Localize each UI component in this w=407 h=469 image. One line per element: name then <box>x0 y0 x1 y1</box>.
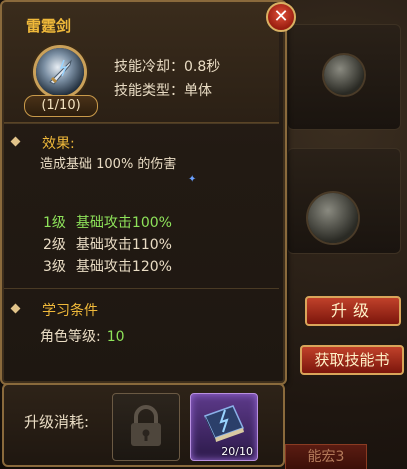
level-number: 3级 <box>43 259 66 275</box>
skill-cooldown: 技能冷却：0.8秒 <box>114 59 221 75</box>
level-stat: 基础攻击100% <box>75 215 172 231</box>
effect-heading: 效果: <box>42 136 75 152</box>
requirement-heading: 学习条件 <box>42 303 98 319</box>
lightning-sword-skill-icon <box>36 48 84 96</box>
book-count: 20/10 <box>221 445 253 458</box>
level-number: 1级 <box>43 215 66 231</box>
background-skill-slot <box>287 148 401 254</box>
skill-book-icon <box>203 405 245 442</box>
upgrade-cost-label: 升级消耗: <box>24 413 90 431</box>
divider <box>4 288 279 289</box>
background-skill-orb <box>324 55 364 95</box>
background-tab[interactable]: 能宏3 <box>285 444 367 469</box>
level-number: 2级 <box>43 237 66 253</box>
requirement-label: 角色等级: <box>40 329 101 345</box>
background-skill-orb <box>308 193 358 243</box>
level-row: 2级 基础攻击110% <box>43 234 172 254</box>
locked-item-slot[interactable] <box>112 393 180 461</box>
upgrade-button[interactable]: 升级 <box>305 296 401 326</box>
get-skill-book-button[interactable]: 获取技能书 <box>300 345 404 375</box>
level-row: 1级 基础攻击100% <box>43 212 172 232</box>
skill-name: 雷霆剑 <box>26 17 72 35</box>
skill-type: 技能类型：单体 <box>114 83 212 99</box>
sparkle-icon: ✦ <box>188 174 197 185</box>
level-stat: 基础攻击110% <box>75 237 172 253</box>
requirement-value: 10 <box>106 329 125 345</box>
requirement-line: 角色等级: 10 <box>40 326 125 346</box>
background-skill-slot <box>287 24 401 130</box>
skill-level-badge: (1/10) <box>24 95 98 117</box>
level-stat: 基础攻击120% <box>75 259 172 275</box>
level-row: 3级 基础攻击120% <box>43 256 172 276</box>
effect-description: 造成基础 100% 的伤害 <box>40 157 177 172</box>
lock-icon <box>131 405 161 446</box>
close-button[interactable]: ✕ <box>266 2 296 32</box>
skill-book-slot[interactable]: 20/10 <box>190 393 258 461</box>
divider <box>4 123 279 124</box>
level-list-scroll-edge[interactable] <box>43 276 243 284</box>
